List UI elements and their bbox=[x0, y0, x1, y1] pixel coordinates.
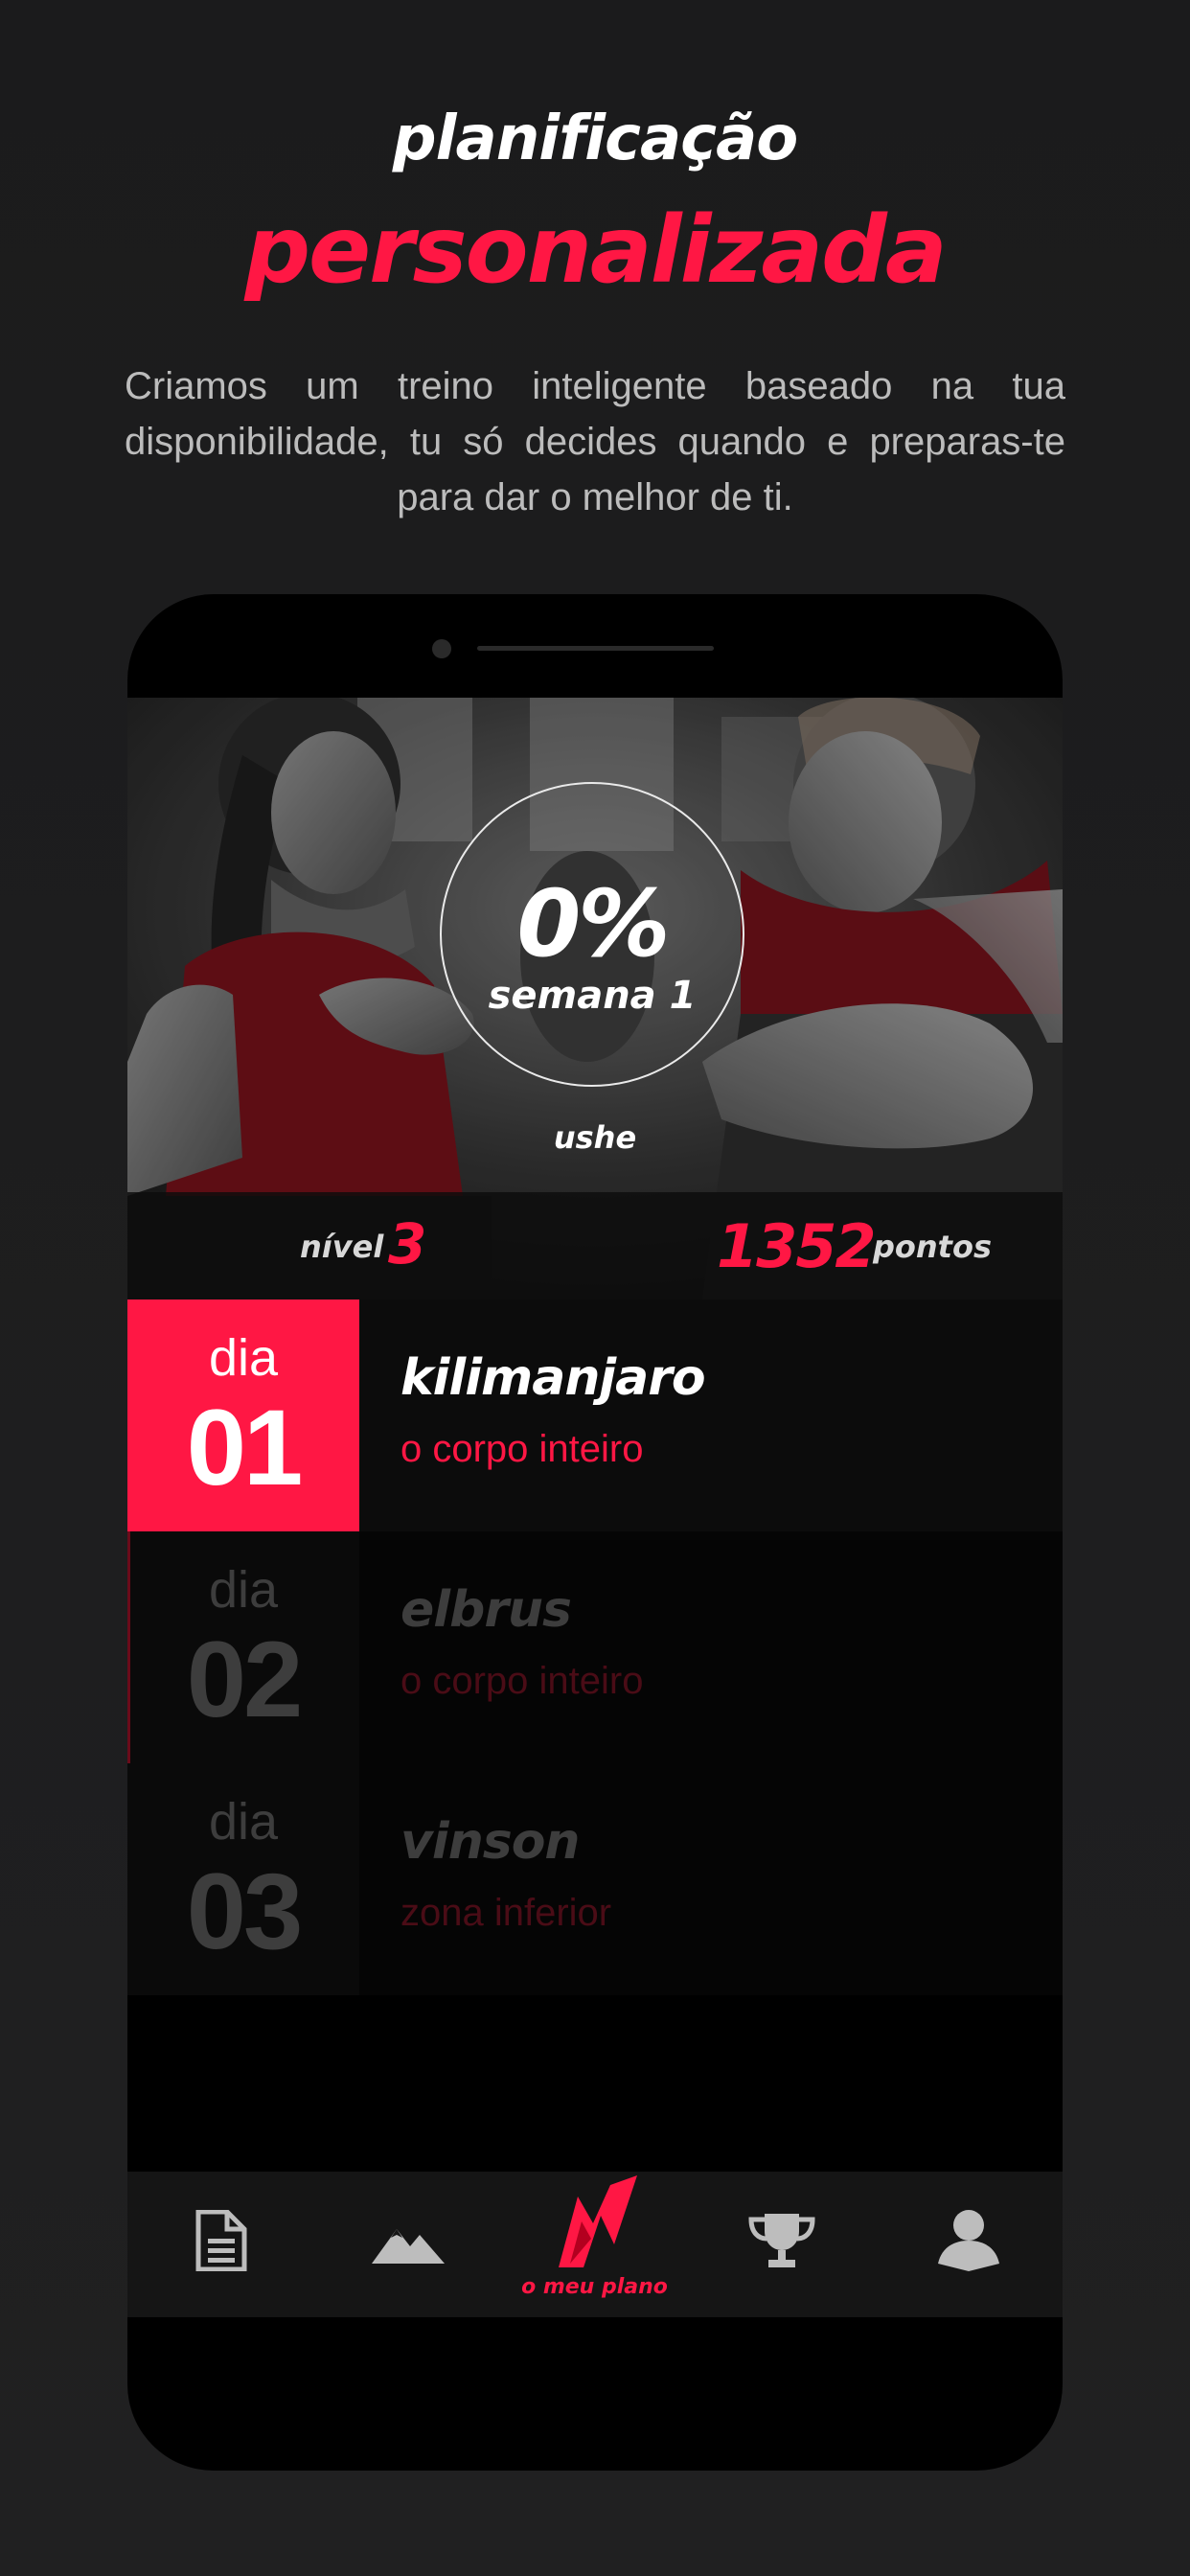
day-label: dia bbox=[208, 1793, 279, 1851]
day-badge: dia 01 bbox=[127, 1300, 359, 1531]
bottom-nav: o meu plano bbox=[127, 2172, 1063, 2317]
workout-focus: o corpo inteiro bbox=[400, 1660, 644, 1702]
nav-item-document[interactable] bbox=[127, 2172, 314, 2317]
level-value: 3 bbox=[388, 1211, 427, 1276]
day-badge: dia 02 bbox=[127, 1531, 359, 1763]
app-screen: 0% semana 1 ushe nível 3 1352 pontos dia… bbox=[127, 698, 1063, 2365]
day-number: 02 bbox=[186, 1620, 304, 1739]
nav-item-profile[interactable] bbox=[875, 2172, 1062, 2317]
nav-label-my-plan: o meu plano bbox=[521, 2275, 668, 2299]
hero-banner: 0% semana 1 ushe nível 3 1352 pontos bbox=[127, 698, 1063, 1300]
points-label: pontos bbox=[873, 1229, 992, 1265]
day-label: dia bbox=[208, 1561, 279, 1619]
points-value: 1352 bbox=[717, 1211, 877, 1281]
stats-bar: nível 3 1352 pontos bbox=[127, 1192, 1063, 1300]
day-number: 03 bbox=[186, 1852, 304, 1971]
day-label: dia bbox=[208, 1329, 279, 1387]
username: ushe bbox=[553, 1119, 637, 1156]
nav-item-mountains[interactable] bbox=[314, 2172, 501, 2317]
day-accent-line bbox=[127, 1531, 130, 1763]
level-label: nível bbox=[300, 1229, 384, 1265]
promo-description: Criamos um treino inteligente baseado na… bbox=[125, 365, 1065, 518]
profile-icon bbox=[938, 2210, 999, 2271]
workout-name: elbrus bbox=[400, 1581, 572, 1639]
day-number: 01 bbox=[186, 1388, 304, 1507]
day-body bbox=[359, 1763, 1063, 1995]
workout-focus: o corpo inteiro bbox=[400, 1428, 644, 1470]
document-icon bbox=[195, 2210, 247, 2271]
workout-name: vinson bbox=[400, 1813, 580, 1871]
promo-subtitle: personalizada bbox=[244, 196, 947, 304]
speaker-grille bbox=[477, 646, 714, 651]
plan-logo-icon bbox=[559, 2175, 637, 2267]
day-badge: dia 03 bbox=[127, 1763, 359, 1995]
day-item-3[interactable]: dia 03 vinson zona inferior bbox=[127, 1763, 1063, 1995]
progress-ring: 0% semana 1 bbox=[440, 782, 744, 1087]
nav-item-my-plan[interactable]: o meu plano bbox=[501, 2172, 688, 2317]
mountains-icon bbox=[372, 2229, 445, 2264]
week-label: semana 1 bbox=[488, 974, 697, 1018]
promo-title: planificação bbox=[392, 104, 798, 174]
trophy-icon bbox=[748, 2214, 815, 2267]
phone-frame: 0% semana 1 ushe nível 3 1352 pontos dia… bbox=[127, 594, 1063, 2471]
day-body bbox=[359, 1300, 1063, 1531]
workout-focus: zona inferior bbox=[400, 1892, 612, 1934]
progress-percentage: 0% bbox=[516, 870, 671, 978]
day-body bbox=[359, 1531, 1063, 1763]
workout-name: kilimanjaro bbox=[400, 1349, 706, 1407]
camera-dot bbox=[432, 639, 451, 658]
nav-item-trophy[interactable] bbox=[688, 2172, 875, 2317]
day-item-2[interactable]: dia 02 elbrus o corpo inteiro bbox=[127, 1531, 1063, 1763]
day-item-1[interactable]: dia 01 kilimanjaro o corpo inteiro bbox=[127, 1300, 1063, 1531]
